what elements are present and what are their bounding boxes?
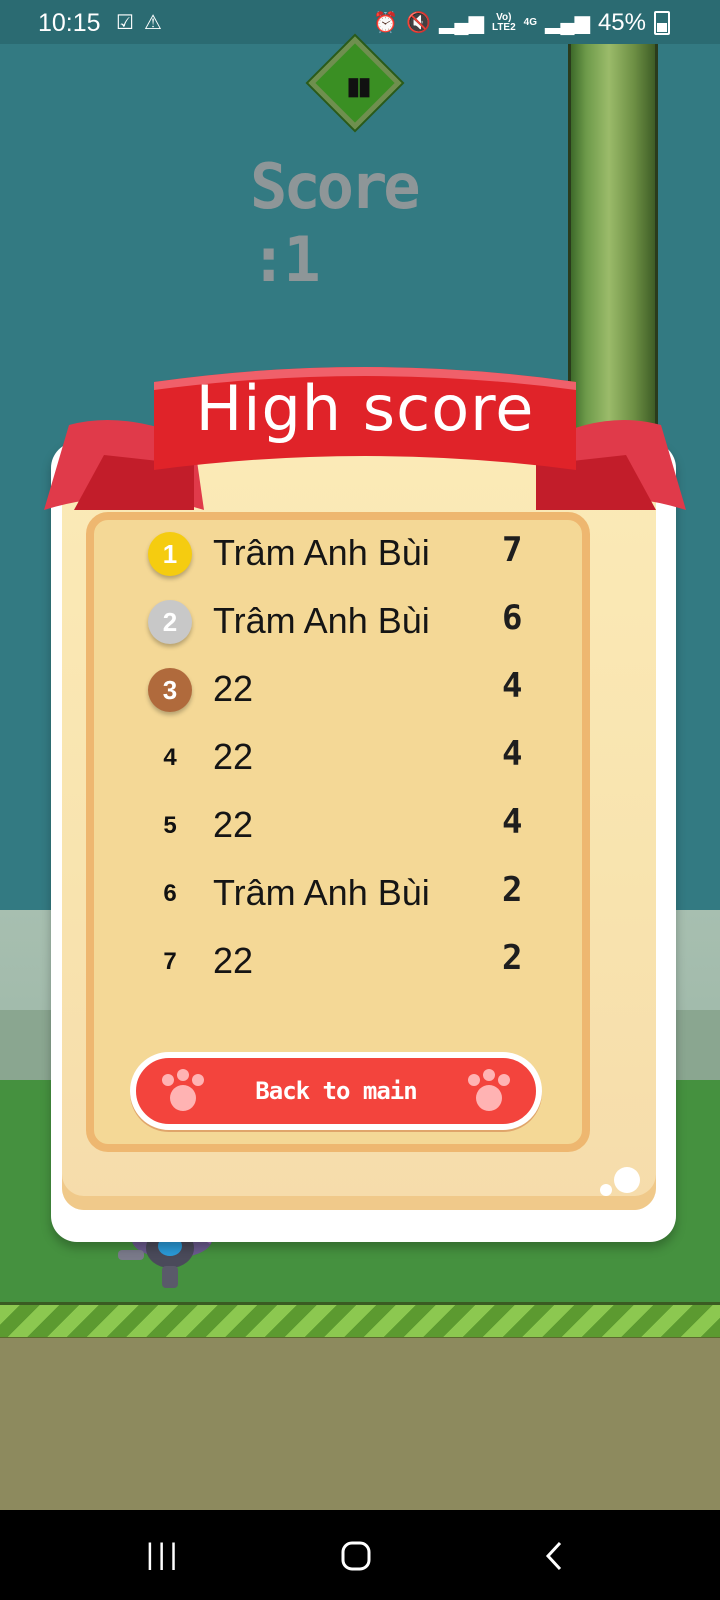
status-left-icons: ☑ ⚠ <box>116 11 162 35</box>
rank-number: 6 <box>163 880 177 907</box>
battery-percent: 45% <box>597 9 646 36</box>
rank-badge-gold: 1 <box>148 532 192 576</box>
recents-icon[interactable]: ||| <box>146 1538 181 1572</box>
status-right: ⏰ 🔇 ▂▄▆ Vo) LTE2 4G ▂▄▆ 45% <box>373 9 670 37</box>
pause-icon[interactable]: ▮▮ <box>342 72 374 100</box>
player-name: Trâm Anh Bùi <box>213 600 430 641</box>
list-item: 3 22 4 <box>140 660 540 720</box>
warning-icon: ⚠ <box>143 12 162 34</box>
player-name: Trâm Anh Bùi <box>213 532 430 573</box>
list-item: 4 22 4 <box>140 728 540 788</box>
signal-icon: ▂▄▆ <box>439 12 484 34</box>
dialog-title: High score <box>195 372 535 445</box>
score-label: Score :1 <box>250 150 421 296</box>
player-score: 4 <box>502 666 523 706</box>
back-icon[interactable] <box>542 1540 566 1572</box>
player-score: 2 <box>502 938 523 978</box>
system-nav-bar: ||| <box>0 1510 720 1600</box>
player-name: 22 <box>213 736 254 777</box>
player-score: 7 <box>502 530 523 570</box>
check-square-icon: ☑ <box>116 12 134 34</box>
rank-number: 7 <box>163 948 177 975</box>
decor-bubble <box>614 1167 640 1193</box>
ground-dirt <box>0 1338 720 1510</box>
alarm-icon: ⏰ <box>373 12 399 34</box>
player-name: 22 <box>213 804 254 845</box>
signal-icon: ▂▄▆ <box>545 12 590 34</box>
player-score: 6 <box>502 598 523 638</box>
list-item: 5 22 4 <box>140 796 540 856</box>
rank-badge-bronze: 3 <box>148 668 192 712</box>
4g-icon: 4G <box>523 17 538 28</box>
status-time: 10:15 <box>38 9 101 37</box>
ground-strip <box>0 1302 720 1340</box>
mute-icon: 🔇 <box>406 12 432 34</box>
rank-badge-silver: 2 <box>148 600 192 644</box>
decor-bubble <box>600 1184 612 1196</box>
list-item: 6 Trâm Anh Bùi 2 <box>140 864 540 924</box>
rank-number: 4 <box>163 744 177 771</box>
home-icon[interactable] <box>340 1540 372 1572</box>
player-name: 22 <box>213 668 254 709</box>
player-name: Trâm Anh Bùi <box>213 872 430 913</box>
player-score: 2 <box>502 870 523 910</box>
paw-icon <box>468 1069 510 1111</box>
list-item: 2 Trâm Anh Bùi 6 <box>140 592 540 652</box>
player-score: 4 <box>502 734 523 774</box>
rank-number: 5 <box>163 812 177 839</box>
list-item: 7 22 2 <box>140 932 540 992</box>
player-name: 22 <box>213 940 254 981</box>
battery-icon <box>654 11 670 35</box>
back-to-main-button[interactable]: Back to main <box>130 1052 542 1130</box>
list-item: 1 Trâm Anh Bùi 7 <box>140 524 540 584</box>
volte-icon: Vo) LTE2 <box>491 12 516 33</box>
status-bar: 10:15 ☑ ⚠ ⏰ 🔇 ▂▄▆ Vo) LTE2 4G ▂▄▆ 45% <box>0 0 720 44</box>
player-score: 4 <box>502 802 523 842</box>
